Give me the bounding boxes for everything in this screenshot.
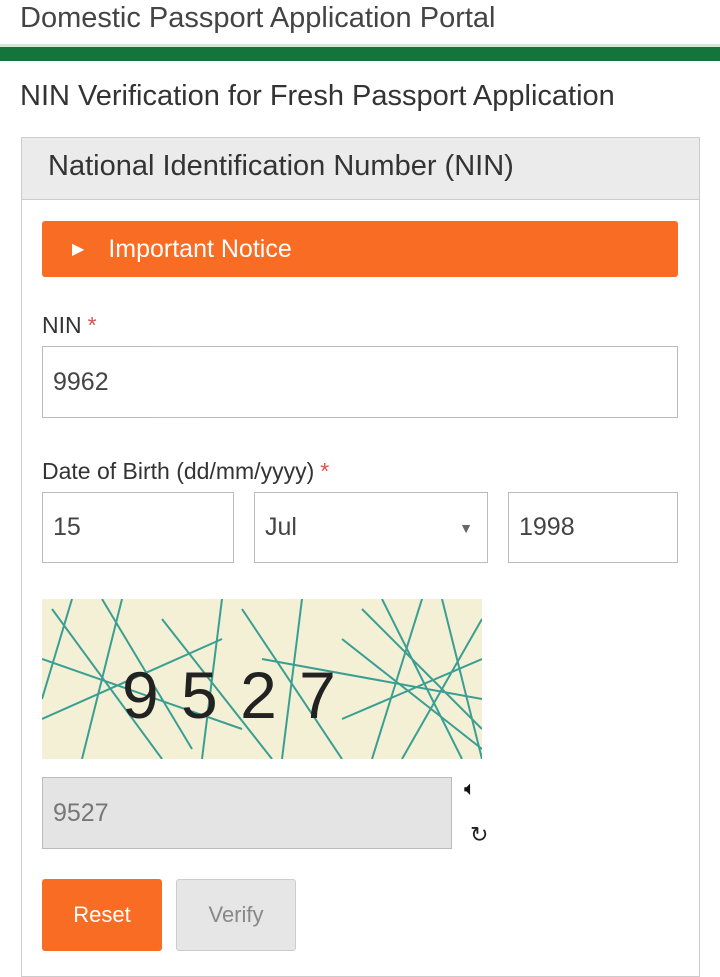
important-notice-toggle[interactable]: ▶ Important Notice <box>42 221 678 277</box>
portal-title: Domestic Passport Application Portal <box>20 2 496 34</box>
day-value: 15 <box>53 513 81 541</box>
month-value: Jul <box>265 513 297 541</box>
speaker-icon[interactable]: 🔈︎ <box>464 778 476 801</box>
panel-title: National Identification Number (NIN) <box>48 150 514 182</box>
nin-label: NIN * <box>42 312 97 339</box>
dob-label-text: Date of Birth (dd/mm/yyyy) <box>42 458 315 484</box>
redaction-blob <box>112 352 242 412</box>
captcha-value: 9527 <box>53 798 109 827</box>
nin-value: 9962 <box>53 367 109 396</box>
month-select[interactable]: Jul ▼ <box>254 492 488 563</box>
dob-label: Date of Birth (dd/mm/yyyy) * <box>42 458 329 485</box>
captcha-text: 9 5 2 7 <box>122 658 338 732</box>
required-mark: * <box>320 458 330 484</box>
page-title: NIN Verification for Fresh Passport Appl… <box>20 80 615 112</box>
chevron-down-icon: ▼ <box>459 519 473 536</box>
verify-button[interactable]: Verify <box>176 879 296 951</box>
year-input[interactable]: 1998 <box>508 492 678 563</box>
captcha-input[interactable]: 9527 <box>42 777 452 849</box>
refresh-icon[interactable]: ↻ <box>470 822 488 848</box>
notice-label: Important Notice <box>108 234 292 263</box>
reset-button[interactable]: Reset <box>42 879 162 951</box>
captcha-image: 9 5 2 7 <box>42 599 482 759</box>
caret-right-icon: ▶ <box>72 241 85 258</box>
day-input[interactable]: 15 <box>42 492 234 563</box>
year-value: 1998 <box>519 513 575 541</box>
required-mark: * <box>87 312 97 338</box>
nin-label-text: NIN <box>42 312 82 338</box>
header-bar <box>0 47 720 61</box>
